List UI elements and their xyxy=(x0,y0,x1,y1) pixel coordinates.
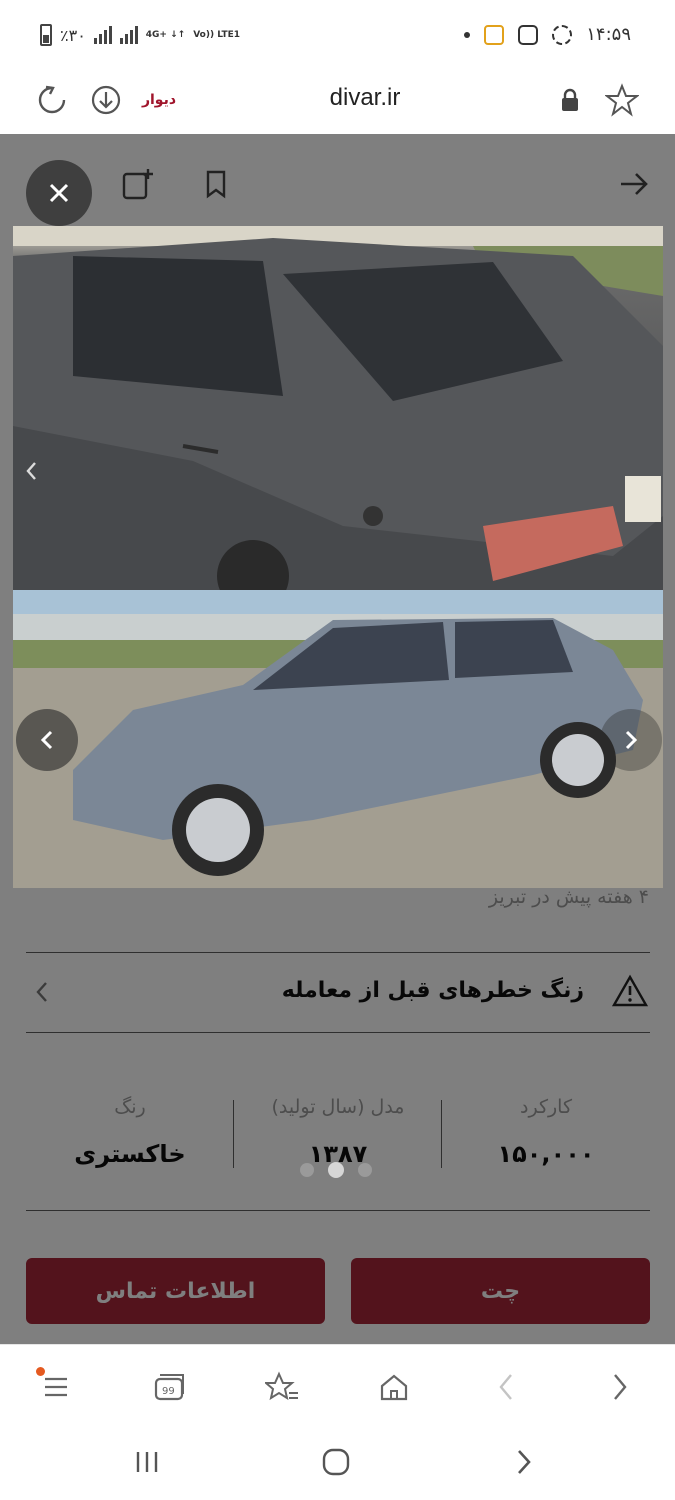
divider xyxy=(26,952,650,953)
battery-icon xyxy=(40,24,52,46)
hamburger-icon xyxy=(45,1377,67,1397)
download-icon[interactable] xyxy=(86,80,126,120)
volte-indicator: Vo)) LTE1 xyxy=(193,30,240,40)
chevron-left-icon xyxy=(34,980,50,1008)
signal-icon-2 xyxy=(119,26,138,44)
notification-badge xyxy=(36,1367,45,1376)
bookmark-icon[interactable] xyxy=(196,164,236,204)
menu-button[interactable] xyxy=(34,1365,78,1409)
signal-icon xyxy=(93,26,112,44)
close-icon xyxy=(49,183,69,203)
tabs-icon: 99 xyxy=(154,1374,184,1401)
instagram-icon xyxy=(518,24,539,45)
chat-button[interactable]: چت xyxy=(351,1258,650,1324)
listing-meta: ۴ هفته پیش در تبریز xyxy=(488,886,649,908)
bookmarks-button[interactable] xyxy=(260,1365,304,1409)
chevron-right-icon xyxy=(625,730,638,750)
stat-value: ۱۵۰,۰۰۰ xyxy=(497,1140,595,1168)
warning-row[interactable]: زنگ خطرهای قبل از معامله xyxy=(26,954,650,1034)
divider xyxy=(26,1210,650,1211)
pager-dot-active[interactable] xyxy=(328,1162,344,1178)
home-circle-icon xyxy=(322,1448,350,1476)
stat-mileage: کارکرد ۱۵۰,۰۰۰ xyxy=(442,1084,650,1184)
reload-icon[interactable] xyxy=(32,80,72,120)
pager-dot[interactable] xyxy=(300,1163,314,1177)
stat-key: رنگ xyxy=(114,1096,146,1118)
chevron-right-icon xyxy=(518,1450,531,1474)
svg-text:99: 99 xyxy=(162,1386,175,1397)
previous-photo-button[interactable] xyxy=(16,709,78,771)
photo-pager xyxy=(300,1162,372,1178)
sync-icon xyxy=(552,24,573,45)
lock-icon[interactable] xyxy=(550,80,590,120)
arrow-right-icon[interactable] xyxy=(614,164,654,204)
battery-level: ٪۳۰ xyxy=(60,25,86,45)
url-domain[interactable]: divar.ir xyxy=(300,84,430,112)
stat-color: رنگ خاکستری xyxy=(26,1084,234,1184)
home-icon xyxy=(380,1374,408,1401)
stat-key: مدل (سال تولید) xyxy=(271,1096,405,1118)
site-logo: دیوار xyxy=(141,92,177,108)
next-photo-button[interactable] xyxy=(600,709,662,771)
bookmark-star-icon[interactable] xyxy=(602,80,642,120)
pager-dot[interactable] xyxy=(358,1163,372,1177)
status-bar: ٪۳۰ 4G+ ↓↑ Vo)) LTE1 ۱۴:۵۹ xyxy=(0,0,675,70)
action-bar: اطلاعات تماس چت xyxy=(0,1236,675,1344)
back-button[interactable] xyxy=(484,1365,528,1409)
back-system-button[interactable] xyxy=(502,1440,546,1484)
warning-label: زنگ خطرهای قبل از معامله xyxy=(281,978,584,1003)
home-system-button[interactable] xyxy=(314,1440,358,1484)
warning-triangle-icon xyxy=(611,974,649,1012)
car-photo-side xyxy=(13,590,663,888)
close-viewer-button[interactable] xyxy=(26,160,92,226)
chevron-left-icon xyxy=(40,730,53,750)
app-notification-icon xyxy=(484,24,505,45)
home-button[interactable] xyxy=(372,1365,416,1409)
system-nav-bar xyxy=(0,1426,675,1500)
listing-photo xyxy=(13,226,663,888)
clock: ۱۴:۵۹ xyxy=(586,24,631,45)
chevron-left-icon[interactable] xyxy=(24,460,40,486)
forward-button[interactable] xyxy=(598,1365,642,1409)
recent-apps-icon xyxy=(136,1452,158,1472)
chevron-left-icon xyxy=(499,1374,512,1400)
notification-dot-icon xyxy=(464,31,471,38)
browser-bottom-nav: 99 xyxy=(0,1344,675,1426)
network-type: 4G+ ↓↑ xyxy=(145,30,186,40)
recent-apps-button[interactable] xyxy=(125,1440,169,1484)
star-list-icon xyxy=(265,1371,298,1401)
divider xyxy=(26,1032,650,1033)
add-note-icon[interactable] xyxy=(118,164,158,204)
browser-url-bar: دیوار divar.ir xyxy=(0,70,675,134)
contact-info-button[interactable]: اطلاعات تماس xyxy=(26,1258,325,1324)
tabs-button[interactable]: 99 xyxy=(148,1365,192,1409)
stat-value: خاکستری xyxy=(74,1140,186,1168)
stat-key: کارکرد xyxy=(520,1096,572,1118)
car-photo-rear xyxy=(13,226,663,612)
chevron-right-icon xyxy=(614,1374,627,1400)
